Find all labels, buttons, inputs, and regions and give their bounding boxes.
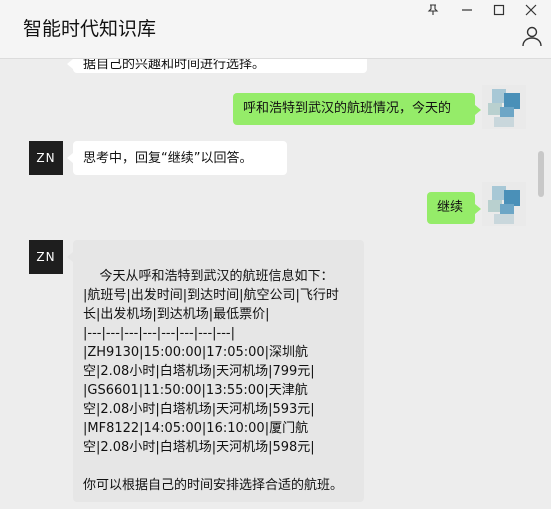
message-bubble: 据自己的兴趣和时间进行选择。 [67,59,367,73]
message-text: 思考中，回复“继续”以回答。 [83,151,253,166]
chat-area[interactable]: 据自己的兴趣和时间进行选择。 呼和浩特到武汉的航班情况，今天的 ZN 思考中，回… [0,59,551,509]
person-icon[interactable] [521,25,543,47]
sent-message-bubble: 呼和浩特到武汉的航班情况，今天的 [233,93,481,125]
message-bubble: 思考中，回复“继续”以回答。 [67,141,287,175]
user-avatar[interactable] [482,182,526,226]
sent-message-bubble: 继续 [427,192,481,224]
bot-avatar[interactable]: ZN [29,141,63,175]
pin-icon[interactable] [416,0,450,20]
avatar-label: ZN [36,151,56,165]
message-bubble: 今天从呼和浩特到武汉的航班信息如下： |航班号|出发时间|到达时间|航空公司|飞… [67,240,364,502]
window-title: 智能时代知识库 [23,18,157,40]
minimize-icon[interactable] [450,0,484,20]
message-text: 呼和浩特到武汉的航班情况，今天的 [243,101,452,116]
bot-avatar[interactable]: ZN [29,240,63,274]
message-text: 继续 [437,200,464,215]
message-text: 据自己的兴趣和时间进行选择。 [83,59,266,72]
avatar-label: ZN [36,250,56,264]
user-avatar[interactable] [482,85,526,129]
title-bar: 智能时代知识库 [0,0,551,59]
scrollbar-thumb[interactable] [538,151,544,197]
close-icon[interactable] [514,0,548,20]
message-text: 今天从呼和浩特到武汉的航班信息如下： |航班号|出发时间|到达时间|航空公司|飞… [83,269,344,493]
maximize-icon[interactable] [482,0,516,20]
